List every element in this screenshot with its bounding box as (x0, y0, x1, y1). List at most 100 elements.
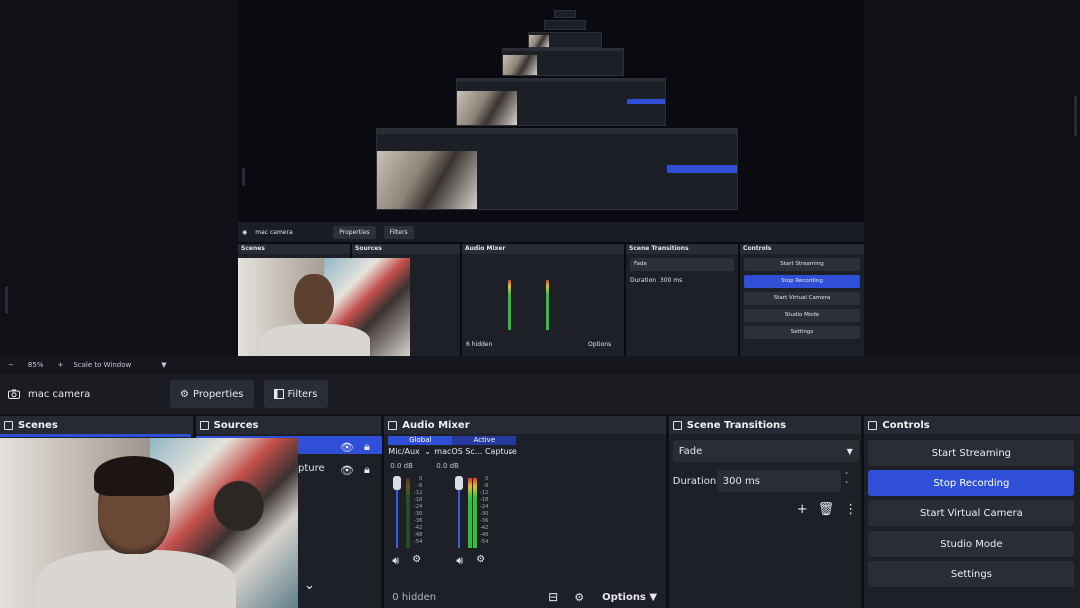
audio-mixer-header[interactable]: Audio Mixer (384, 416, 666, 434)
dock-float-icon (388, 420, 398, 430)
gear-icon[interactable]: ⚙ (412, 554, 421, 565)
scroll-handle-left[interactable] (5, 286, 8, 314)
start-virtual-camera-button[interactable]: Start Virtual Camera (868, 500, 1075, 526)
more-icon[interactable]: ⋮ (844, 502, 857, 517)
transition-actions: + 🗑︎ ⋮ (797, 502, 857, 517)
dock-float-icon (199, 420, 209, 430)
tab-global[interactable]: Global (388, 436, 453, 445)
audio-mixer-dock: Audio Mixer Global Active Mic/Aux ⌄ macO… (384, 416, 666, 608)
nested-frame-6 (554, 10, 576, 18)
inner-scroll-handle (242, 168, 245, 186)
scene-transitions-header[interactable]: Scene Transitions (668, 416, 862, 434)
meter-scale-desktop: 0 -6 -12 -18 -24 -30 -36 -42 -48 -54 (480, 476, 489, 545)
mini-camera-feed (238, 258, 410, 356)
fader-track-mic[interactable] (396, 482, 399, 548)
speaker-icon[interactable]: 🔊︎ (456, 554, 463, 568)
filters-icon (273, 389, 284, 399)
hidden-count: 0 hidden (392, 591, 437, 603)
speaker-icon[interactable]: 🔊︎ (392, 554, 399, 568)
mixer-footer: 0 hidden ⊟ ⚙ Options ▼ (384, 586, 665, 608)
settings-button[interactable]: Settings (868, 561, 1075, 587)
channel-name-mic: Mic/Aux (388, 447, 420, 456)
transition-value: Fade (678, 445, 703, 457)
mini-controls: Controls Start Streaming Stop Recording … (740, 244, 864, 356)
fader-track-desktop[interactable] (458, 482, 461, 548)
preview-area[interactable]: ◉ mac camera Properties Filters Scenes S… (0, 0, 1080, 356)
fader-knob-desktop[interactable] (455, 476, 464, 490)
properties-button[interactable]: ⚙ Properties (170, 380, 254, 408)
zoom-in-button[interactable]: + (57, 361, 63, 369)
scenes-title: Scenes (18, 419, 58, 431)
selected-source: mac camera (8, 389, 160, 400)
selected-source-label: mac camera (28, 388, 91, 400)
start-streaming-button[interactable]: Start Streaming (868, 440, 1075, 466)
camera-feed-overlay (0, 438, 298, 608)
source-row-selected-icons: 👁︎ 🔒︎ (340, 440, 370, 454)
source-toolbar: mac camera ⚙ Properties Filters (0, 374, 1080, 414)
properties-label: Properties (192, 388, 244, 400)
transition-select[interactable]: Fade ▼ (672, 440, 859, 462)
mini-filters-button: Filters (383, 225, 414, 239)
mini-source-label: mac camera (255, 228, 293, 236)
scroll-handle-right[interactable] (1074, 96, 1077, 136)
controls-dock: Controls Start Streaming Stop Recording … (864, 416, 1080, 608)
meter-mic (406, 478, 411, 548)
controls-title: Controls (882, 419, 930, 431)
chevron-down-icon[interactable]: ⌄ (304, 578, 315, 593)
filters-button[interactable]: Filters (263, 380, 328, 408)
scene-selected-indicator (0, 434, 191, 437)
nested-frame-3 (502, 48, 624, 76)
obs-window: ◉ mac camera Properties Filters Scenes S… (0, 0, 1080, 608)
eye-icon[interactable]: 👁︎ (340, 441, 354, 454)
sources-title: Sources (213, 419, 259, 431)
sources-dock-header[interactable]: Sources (195, 416, 382, 434)
studio-mode-button[interactable]: Studio Mode (868, 531, 1075, 557)
scenes-dock-header[interactable]: Scenes (0, 416, 193, 434)
zoom-value: 85% (27, 361, 44, 369)
tab-active[interactable]: Active (452, 436, 517, 445)
camera-icon (8, 389, 20, 399)
eye-icon[interactable]: 👁︎ (340, 464, 354, 477)
duration-value: 300 ms (722, 475, 760, 487)
nested-frame-5 (544, 20, 586, 30)
camera-person-hair (94, 456, 174, 496)
duration-stepper[interactable]: ˄ ˅ (845, 472, 849, 490)
trash-icon[interactable]: 🗑︎ (818, 502, 835, 517)
mini-properties-button: Properties (333, 225, 376, 239)
scene-transitions-title: Scene Transitions (686, 419, 787, 431)
stop-recording-button[interactable]: Stop Recording (868, 470, 1075, 496)
scale-mode-dropdown[interactable]: ▼ (161, 361, 166, 369)
zoom-out-button[interactable]: − (8, 361, 14, 369)
mini-source-toolbar: ◉ mac camera Properties Filters (238, 222, 864, 242)
nested-frame-2 (456, 78, 666, 126)
mixer-gear-icon[interactable]: ⚙ (574, 591, 584, 604)
lock-icon[interactable]: 🔒︎ (364, 440, 370, 454)
mini-transitions: Scene Transitions Fade Duration 300 ms (626, 244, 738, 356)
nested-frame-4 (528, 32, 602, 48)
chevron-down-icon[interactable]: ⌄ (424, 447, 431, 456)
mini-mixer: Audio Mixer 6 hidden Options (462, 244, 624, 356)
controls-header[interactable]: Controls (864, 416, 1080, 434)
layout-icon[interactable]: ⊟ (548, 590, 558, 604)
preview-status-bar: − 85% + Scale to Window ▼ (0, 356, 1080, 374)
mixer-tabs: Global Active (388, 436, 517, 445)
source-row-icons: 👁︎ 🔒︎ (340, 463, 370, 477)
dock-float-icon (672, 420, 682, 430)
duration-label: Duration (672, 476, 717, 487)
duration-field[interactable]: 300 ms (716, 470, 841, 492)
channel-name-desktop: macOS Sc... Capture (434, 447, 517, 456)
scale-mode-label: Scale to Window (73, 361, 132, 369)
chevron-down-icon: ▼ (846, 446, 853, 456)
source-capture-label: pture (298, 463, 325, 474)
fader-knob-mic[interactable] (393, 476, 402, 490)
filters-label: Filters (287, 388, 318, 400)
chevron-down-icon[interactable]: ⌄ (507, 447, 514, 456)
lock-icon[interactable]: 🔒︎ (364, 463, 370, 477)
gear-icon[interactable]: ⚙ (476, 554, 485, 565)
options-button[interactable]: Options ▼ (602, 592, 657, 603)
camera-icon: ◉ (242, 228, 248, 236)
channel-db-desktop: 0.0 dB (436, 462, 459, 470)
add-icon[interactable]: + (797, 502, 808, 517)
scene-transitions-dock: Scene Transitions Fade ▼ Duration 300 ms… (668, 416, 862, 608)
camera-person-body (36, 550, 236, 608)
